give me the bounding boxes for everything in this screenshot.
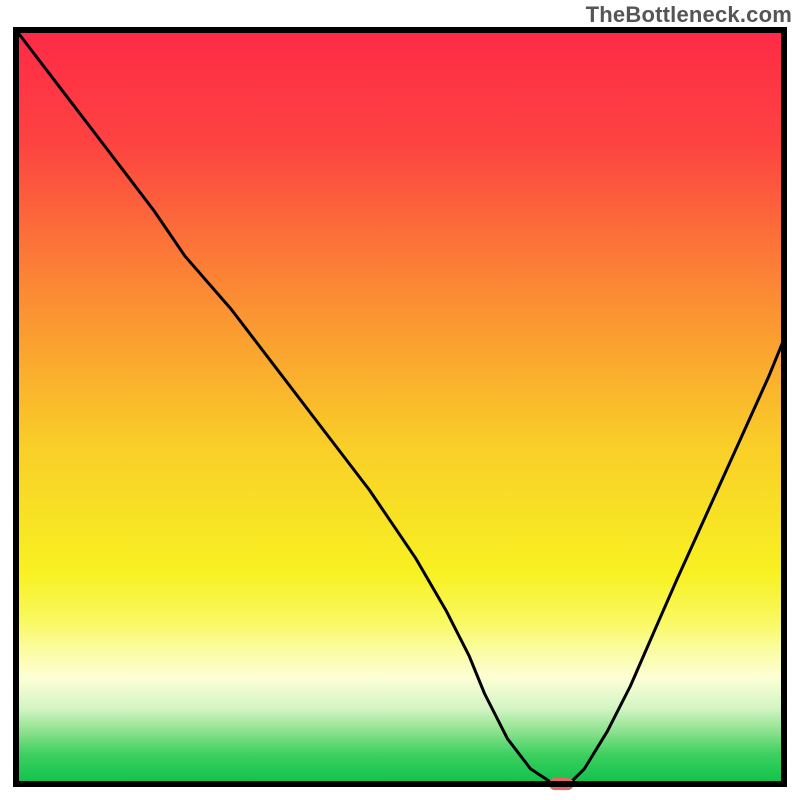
watermark-text: TheBottleneck.com — [586, 2, 792, 28]
chart-plot-area — [0, 0, 800, 800]
gradient-background — [16, 30, 784, 784]
bottleneck-chart: TheBottleneck.com — [0, 0, 800, 800]
